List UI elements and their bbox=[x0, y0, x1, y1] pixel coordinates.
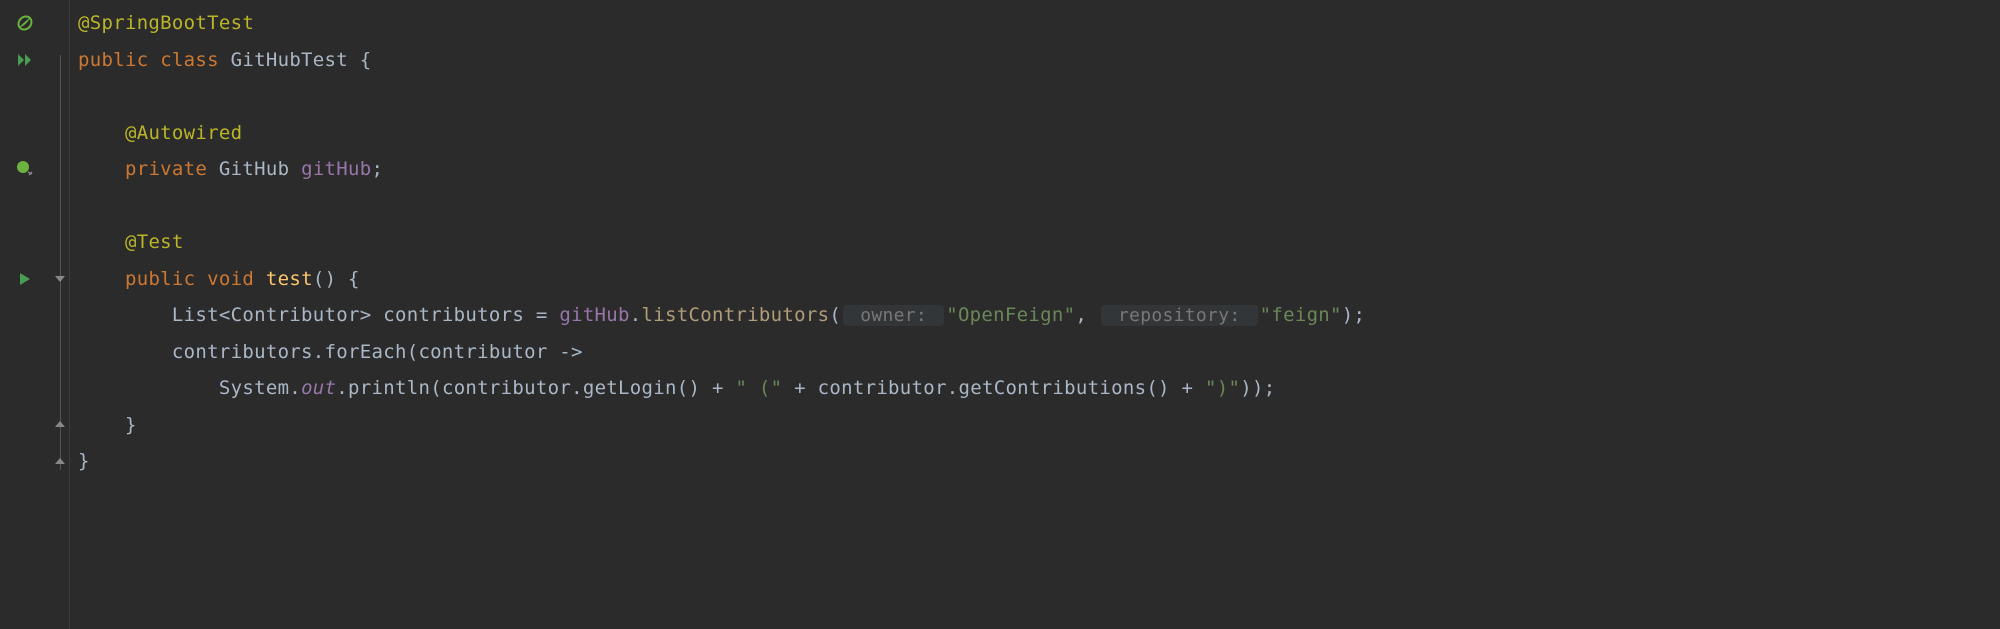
code-line: List<Contributor> contributors = gitHub.… bbox=[78, 297, 2000, 334]
code-line: } bbox=[78, 407, 2000, 444]
code-line: public void test() { bbox=[78, 261, 2000, 298]
gutter-row[interactable] bbox=[0, 261, 50, 298]
run-icon bbox=[17, 271, 33, 287]
code-line: } bbox=[78, 443, 2000, 480]
code-line: @SpringBootTest bbox=[78, 5, 2000, 42]
code-line: @Test bbox=[78, 224, 2000, 261]
editor-content[interactable]: @SpringBootTest public class GitHubTest … bbox=[70, 0, 2000, 629]
code-line bbox=[78, 78, 2000, 115]
code-line bbox=[78, 188, 2000, 225]
annotation: @Autowired bbox=[125, 122, 242, 144]
fold-gutter bbox=[50, 0, 70, 629]
annotation: @SpringBootTest bbox=[78, 12, 254, 34]
parameter-hint: repository: bbox=[1101, 305, 1258, 326]
run-double-icon bbox=[16, 51, 34, 69]
gutter-row[interactable] bbox=[0, 42, 50, 79]
spring-leaf-icon bbox=[16, 14, 34, 32]
code-line: private GitHub gitHub; bbox=[78, 151, 2000, 188]
bean-icon bbox=[16, 160, 34, 178]
parameter-hint: owner: bbox=[843, 305, 944, 326]
annotation: @Test bbox=[125, 231, 184, 253]
gutter-row[interactable] bbox=[0, 5, 50, 42]
code-line: @Autowired bbox=[78, 115, 2000, 152]
code-line: System.out.println(contributor.getLogin(… bbox=[78, 370, 2000, 407]
gutter-row[interactable] bbox=[0, 151, 50, 188]
icon-gutter bbox=[0, 0, 50, 629]
code-line: contributors.forEach(contributor -> bbox=[78, 334, 2000, 371]
code-line: public class GitHubTest { bbox=[78, 42, 2000, 79]
